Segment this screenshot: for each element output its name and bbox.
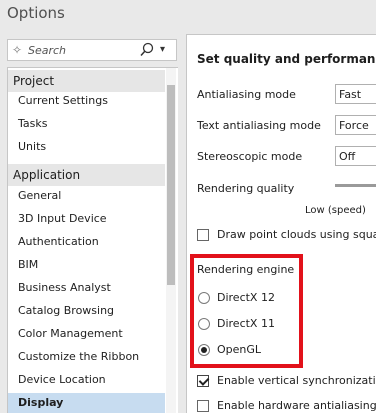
- nav-item-3d-input-device[interactable]: 3D Input Device: [18, 211, 107, 227]
- nav-item-color-management[interactable]: Color Management: [18, 326, 123, 342]
- rendering-quality-low-label: Low (speed): [305, 205, 366, 216]
- point-clouds-label: Draw point clouds using squar: [217, 228, 376, 241]
- rendering-quality-label: Rendering quality: [197, 182, 295, 195]
- window-title: Options: [7, 4, 65, 22]
- nav-item-catalog-browsing[interactable]: Catalog Browsing: [18, 303, 114, 319]
- radio-opengl[interactable]: [198, 344, 210, 356]
- nav-item-bim[interactable]: BIM: [18, 257, 38, 273]
- nav-scrollbar-thumb[interactable]: [167, 85, 175, 285]
- nav-item-business-analyst[interactable]: Business Analyst: [18, 280, 111, 296]
- antialiasing-label: Antialiasing mode: [197, 88, 296, 101]
- text-antialiasing-select[interactable]: Force: [335, 115, 376, 135]
- search-box[interactable]: ✧ Search ▾: [7, 39, 177, 61]
- hw-antialiasing-label: Enable hardware antialiasing: [217, 399, 376, 412]
- section-heading: Set quality and performance: [197, 52, 376, 66]
- vsync-checkbox[interactable]: [197, 375, 209, 387]
- text-antialiasing-label: Text antialiasing mode: [197, 119, 321, 132]
- nav-item-device-location[interactable]: Device Location: [18, 372, 106, 388]
- rendering-quality-slider[interactable]: [335, 184, 376, 187]
- nav-header-application: Application: [8, 164, 165, 186]
- nav-scrollbar[interactable]: [166, 68, 176, 413]
- nav-item-authentication[interactable]: Authentication: [18, 234, 99, 250]
- radio-directx12[interactable]: [198, 292, 210, 304]
- search-placeholder: Search: [28, 44, 67, 57]
- vsync-label: Enable vertical synchronization: [217, 374, 376, 387]
- radio-directx12-label: DirectX 12: [217, 291, 275, 304]
- nav-item-current-settings[interactable]: Current Settings: [18, 93, 108, 109]
- nav-item-customize-ribbon[interactable]: Customize the Ribbon: [18, 349, 139, 365]
- nav-item-display[interactable]: Display: [8, 393, 165, 413]
- rendering-engine-title: Rendering engine: [197, 263, 295, 276]
- nav-item-display-label: Display: [18, 396, 64, 409]
- chevron-down-icon[interactable]: ▾: [160, 44, 165, 55]
- search-icon[interactable]: [139, 41, 155, 59]
- antialiasing-select[interactable]: Fast: [335, 84, 376, 104]
- point-clouds-checkbox[interactable]: [197, 229, 209, 241]
- nav-item-units[interactable]: Units: [18, 139, 46, 155]
- radio-directx11[interactable]: [198, 318, 210, 330]
- stereoscopic-select[interactable]: Off: [335, 146, 376, 166]
- settings-panel: Set quality and performance Antialiasing…: [186, 34, 376, 413]
- radio-opengl-label: OpenGL: [217, 343, 262, 356]
- radio-directx11-label: DirectX 11: [217, 317, 275, 330]
- hw-antialiasing-checkbox[interactable]: [197, 400, 209, 412]
- options-nav: Project Current Settings Tasks Units App…: [7, 67, 178, 413]
- nav-item-tasks[interactable]: Tasks: [18, 116, 47, 132]
- sparkle-icon: ✧: [12, 43, 23, 57]
- stereoscopic-label: Stereoscopic mode: [197, 150, 303, 163]
- nav-header-project: Project: [8, 70, 165, 92]
- nav-item-general[interactable]: General: [18, 188, 61, 204]
